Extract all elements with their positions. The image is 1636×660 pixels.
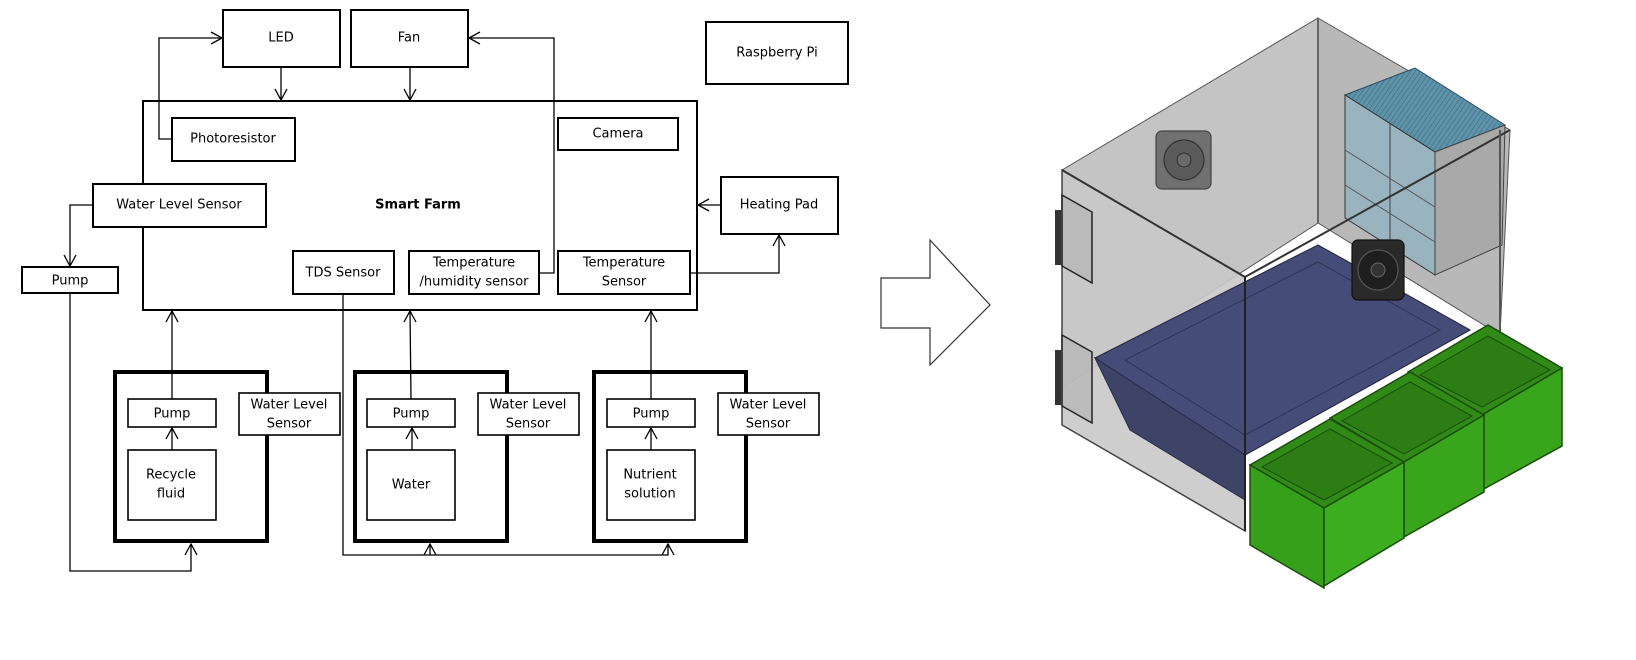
block-diagram: Smart Farm LED Fan Raspberry Pi Photores… bbox=[21, 9, 849, 572]
temp-humidity-label-line2: /humidity sensor bbox=[419, 275, 529, 290]
tank3-pump-label: Pump bbox=[633, 407, 670, 422]
tank2-pump-label: Pump bbox=[393, 407, 430, 422]
smart-farm-title: Smart Farm bbox=[375, 198, 461, 213]
block-arrow-right-icon bbox=[880, 238, 991, 367]
photoresistor-block: Photoresistor bbox=[171, 117, 296, 162]
led-to-farm-arrow bbox=[274, 67, 288, 102]
heating-pad-label: Heating Pad bbox=[740, 198, 819, 213]
temp-humidity-label-line1: Temperature bbox=[432, 256, 515, 271]
led-label: LED bbox=[268, 31, 293, 46]
tank2-sensor-line2: Sensor bbox=[506, 417, 551, 432]
camera-block: Camera bbox=[557, 117, 679, 151]
temperature-label-line1: Temperature bbox=[582, 256, 665, 271]
tank2-sensor-line1: Water Level bbox=[490, 398, 567, 413]
water-level-sensor-label: Water Level Sensor bbox=[116, 198, 242, 213]
heating-pad-block: Heating Pad bbox=[720, 176, 839, 235]
camera-label: Camera bbox=[592, 127, 643, 142]
temperature-sensor-block: Temperature Sensor bbox=[557, 250, 691, 295]
side-pump-block: Pump bbox=[21, 266, 119, 294]
tds-sensor-block: TDS Sensor bbox=[292, 250, 395, 295]
fan-block: Fan bbox=[350, 9, 469, 68]
tank1-content-line1: Recycle bbox=[146, 468, 196, 483]
water-level-to-pump-arrow bbox=[63, 204, 93, 268]
heating-pad-to-farm-arrow bbox=[696, 198, 721, 212]
fan-to-farm-arrow bbox=[403, 67, 417, 102]
fan-label: Fan bbox=[398, 31, 421, 46]
water-level-sensor-block: Water Level Sensor bbox=[92, 183, 267, 228]
smart-farm-figure: Smart Farm LED Fan Raspberry Pi Photores… bbox=[21, 9, 1564, 590]
side-pump-label: Pump bbox=[52, 274, 89, 289]
water-tank: Pump Water Water Level Sensor bbox=[353, 309, 580, 543]
side-pump-to-recycle-tank-arrow bbox=[69, 293, 198, 572]
temperature-label-line2: Sensor bbox=[602, 275, 647, 290]
tank1-pump-label: Pump bbox=[154, 407, 191, 422]
temperature-to-heating-pad-arrow bbox=[690, 233, 786, 274]
tank3-content-line1: Nutrient bbox=[623, 468, 676, 483]
smart-farm-3d-model bbox=[1055, 17, 1564, 590]
raspberry-pi-label: Raspberry Pi bbox=[736, 46, 817, 61]
raspberry-pi-block: Raspberry Pi bbox=[705, 21, 849, 85]
nutrient-solution-tank: Pump Nutrient solution Water Level Senso… bbox=[592, 309, 820, 543]
front-fan-icon bbox=[1351, 239, 1405, 301]
tank1-content-line2: fluid bbox=[157, 487, 185, 502]
photoresistor-label: Photoresistor bbox=[190, 132, 276, 147]
temp-humidity-to-fan-arrow bbox=[467, 31, 555, 274]
tank1-sensor-line1: Water Level bbox=[251, 398, 328, 413]
tank3-sensor-line1: Water Level bbox=[730, 398, 807, 413]
temp-humidity-sensor-block: Temperature /humidity sensor bbox=[408, 250, 540, 295]
recycle-fluid-tank: Pump Recycle fluid Water Level Sensor bbox=[113, 309, 341, 543]
tank1-sensor-line2: Sensor bbox=[267, 417, 312, 432]
led-block: LED bbox=[222, 9, 341, 68]
tds-sensor-label: TDS Sensor bbox=[305, 266, 382, 281]
tank3-sensor-line2: Sensor bbox=[746, 417, 791, 432]
tank2-content-line1: Water bbox=[392, 478, 431, 493]
rear-fan-icon bbox=[1155, 130, 1212, 190]
tank3-content-line2: solution bbox=[624, 487, 675, 502]
